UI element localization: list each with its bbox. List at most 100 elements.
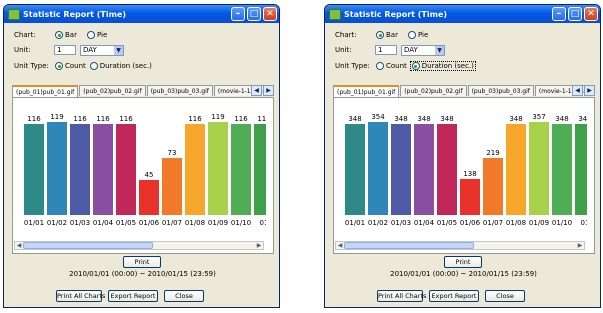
bar-value-label: 219 [486,148,500,157]
chevron-down-icon[interactable]: ▼ [114,45,123,55]
print-all-charts-button[interactable]: Print All Charts [377,290,426,302]
radio-pie[interactable] [86,31,95,39]
unit-select[interactable]: DAY ▼ [80,44,124,56]
unit-input[interactable]: 1 [54,45,76,55]
arrow-left-icon: ◀ [337,242,343,249]
unit-type-option-label: Count [386,62,407,70]
chart-option-bar[interactable]: Bar [54,31,78,39]
close-button[interactable]: ✕ [584,7,598,21]
minimize-button[interactable]: – [231,7,245,21]
x-tick-label: 01/03 [390,219,412,227]
scroll-right-arrow[interactable]: ▶ [576,242,584,249]
window-title: Statistic Report (Time) [344,9,448,19]
unit-label: Unit: [14,46,31,54]
unit-type-option-0[interactable]: Count [375,62,408,70]
arrow-right-icon: ▶ [577,242,583,249]
scroll-left-arrow[interactable]: ◀ [336,242,344,249]
x-tick-label: 01/10 [551,219,573,227]
x-tick-label: 01/07 [482,219,504,227]
scroll-right-arrow[interactable]: ▶ [255,242,263,249]
bar-value-label: 116 [257,114,266,123]
radio-pie[interactable] [407,31,416,39]
radio-bar[interactable] [376,31,384,39]
tab-0[interactable]: (pub_01)pub_01.gif [12,85,79,97]
chart-bar [391,123,411,215]
radio-unit-type-0[interactable] [376,62,384,70]
unit-select[interactable]: DAY ▼ [401,44,445,56]
chart-tabs: (pub_01)pub_01.gif (pub_02)pub_02.gif (pub… [12,85,274,97]
chart-bar [483,157,503,215]
chart-type-row: Chart: Bar Pie [14,29,116,41]
chart-bar [93,123,113,215]
chart-bar [506,123,526,215]
x-tick-label: 01/02 [46,219,68,227]
radio-unit-type-1[interactable] [89,62,98,70]
tab-scroll-right[interactable]: ▶ [584,85,595,96]
date-range: 2010/01/01 (00:00) ~ 2010/01/15 (23:59) [390,270,537,278]
x-tick-label: 01/04 [413,219,435,227]
chart-bar [208,121,228,215]
unit-type-option-label: Duration (sec.) [99,62,152,70]
print-all-charts-button[interactable]: Print All Charts [56,290,105,302]
maximize-icon: □ [249,9,259,19]
tab-2[interactable]: (pub_03)pub_03.gif [146,85,213,96]
x-tick-label: 01 [259,219,266,227]
x-tick-label: 01/04 [92,219,114,227]
radio-unit-type-1[interactable] [411,62,420,70]
title-bar: Statistic Report (Time) – □ ✕ [4,5,279,23]
x-tick-label: 01/01 [23,219,45,227]
minimize-icon: – [556,9,562,19]
chart-bar [24,123,44,215]
chart-bar [70,123,90,215]
unit-type-option-1[interactable]: Duration (sec.) [89,62,153,70]
app-icon [8,8,20,20]
chart-bar [437,123,457,215]
scroll-left-arrow[interactable]: ◀ [15,242,23,249]
arrow-right-icon: ▶ [256,242,262,249]
close-dialog-button[interactable]: Close [164,290,204,302]
close-button[interactable]: ✕ [263,7,277,21]
scrollbar-thumb[interactable] [344,242,474,249]
unit-select-value: DAY [404,46,418,54]
tab-scroll-right[interactable]: ▶ [263,85,274,96]
chart-option-label: Pie [96,31,108,39]
chevron-right-icon: ▶ [266,87,271,94]
chart-scrollbar[interactable]: ◀ ▶ [14,241,264,250]
x-tick-label: 01/08 [505,219,527,227]
export-report-button[interactable]: Export Report [108,290,158,302]
tab-1[interactable]: (pub_02)pub_02.gif [400,85,467,96]
chart-option-label: Bar [386,31,398,39]
export-report-button[interactable]: Export Report [429,290,479,302]
x-tick-label: 01/10 [230,219,252,227]
close-dialog-button[interactable]: Close [485,290,525,302]
chart-bar [139,179,159,215]
chevron-down-icon[interactable]: ▼ [435,45,444,55]
chevron-left-icon: ◀ [254,87,259,94]
unit-input[interactable]: 1 [375,45,397,55]
unit-type-option-0[interactable]: Count [54,62,87,70]
tab-2[interactable]: (pub_03)pub_03.gif [467,85,534,96]
tab-scroll-left[interactable]: ◀ [251,85,262,96]
minimize-button[interactable]: – [552,7,566,21]
print-button[interactable]: Print [444,256,482,268]
chart-option-pie[interactable]: Pie [86,31,108,39]
radio-bar[interactable] [55,31,63,39]
tab-1[interactable]: (pub_02)pub_02.gif [79,85,146,96]
x-tick-label: 01/01 [344,219,366,227]
maximize-button[interactable]: □ [247,7,261,21]
chart-option-pie[interactable]: Pie [407,31,429,39]
tab-0[interactable]: (pub_01)pub_01.gif [333,85,400,97]
radio-unit-type-0[interactable] [55,62,63,70]
chart-option-bar[interactable]: Bar [375,31,399,39]
chart-bar [529,121,549,215]
bar-value-label: 116 [119,114,133,123]
chart-label: Chart: [335,31,357,39]
chart-scrollbar[interactable]: ◀ ▶ [335,241,585,250]
bar-value-label: 73 [167,148,177,157]
print-button[interactable]: Print [123,256,161,268]
tab-scroll-left[interactable]: ◀ [572,85,583,96]
maximize-button[interactable]: □ [568,7,582,21]
scrollbar-thumb[interactable] [23,242,153,249]
unit-type-option-1[interactable]: Duration (sec.) [409,61,476,71]
bar-chart: 348 01/01 354 01/02 348 01/03 348 01/04 348 01/05… [335,101,587,239]
